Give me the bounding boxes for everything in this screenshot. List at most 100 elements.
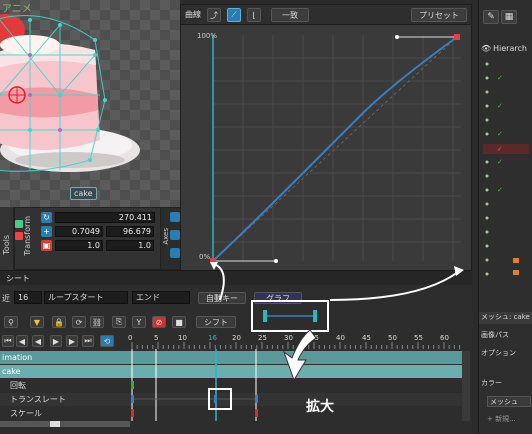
- zoom-annotation: 拡大: [306, 399, 334, 415]
- tools-sidebar: Tools: [0, 207, 14, 270]
- axes-label: Axes: [162, 228, 170, 245]
- copy-icon[interactable]: ⎘: [112, 316, 126, 328]
- transform-label: Transform: [23, 216, 32, 256]
- funnel-icon[interactable]: ▼: [30, 316, 44, 328]
- svg-text:✓: ✓: [497, 145, 503, 153]
- mesh-title: メッシュ: cake: [479, 312, 532, 324]
- options-label[interactable]: オプション: [481, 348, 516, 358]
- curve-toolbar: 曲線 ⤴ ⟋ ⌊ 一致 プリセット: [181, 5, 471, 25]
- linear-curve-icon[interactable]: ⟋: [227, 8, 241, 22]
- first-frame-icon[interactable]: ⏮: [2, 335, 14, 347]
- position-y-field[interactable]: 96.679: [106, 225, 154, 237]
- ruler-tick-label: 20: [232, 334, 241, 342]
- track-label: 回転: [10, 381, 26, 390]
- delete-icon[interactable]: ⊘: [152, 316, 166, 328]
- brush-icon[interactable]: ✎: [483, 10, 499, 24]
- axis-x-icon[interactable]: [170, 212, 180, 222]
- svg-text:✓: ✓: [497, 102, 503, 110]
- loop-start-field[interactable]: ループスタート: [44, 291, 128, 304]
- rotate-tool-icon[interactable]: [15, 232, 23, 240]
- svg-text:✓: ✓: [497, 158, 503, 166]
- match-dropdown-label: 一致: [282, 10, 298, 20]
- step-curve-icon[interactable]: ⌊: [247, 8, 261, 22]
- curve-editor-panel: 曲線 ⤴ ⟋ ⌊ 一致 プリセット 100% 0%: [180, 4, 472, 272]
- ruler-tick-label: 50: [388, 334, 397, 342]
- scale-row: ▣ 1.0 1.0: [41, 239, 159, 251]
- scale-x-field[interactable]: 1.0: [55, 239, 103, 251]
- move-tool-icon[interactable]: [15, 220, 23, 228]
- filter-icon[interactable]: ⚲: [4, 316, 18, 328]
- new-edit-label[interactable]: + 新規...: [487, 414, 516, 424]
- mesh-field[interactable]: メッシュ: [487, 396, 531, 407]
- position-icon: +: [41, 225, 52, 237]
- horizontal-scrollbar[interactable]: [0, 421, 130, 427]
- mesh-name-label: cake: [70, 187, 97, 200]
- rotation-row: ↻ 270.411: [41, 211, 159, 223]
- curve-tab-label[interactable]: 曲線: [185, 9, 201, 20]
- scrollbar-thumb[interactable]: [50, 421, 60, 427]
- hierarchy-list[interactable]: ✓ ✓ ✓ ✓ ✓ ✓: [483, 58, 529, 288]
- ruler-tick-label: 10: [178, 334, 187, 342]
- svg-text:✓: ✓: [497, 74, 503, 82]
- preset-button[interactable]: プリセット: [411, 8, 467, 22]
- ruler-tick-label: 5: [154, 334, 159, 342]
- loop-icon[interactable]: ⟲: [100, 335, 114, 347]
- refresh-icon[interactable]: ⟳: [72, 316, 86, 328]
- frame-field[interactable]: 16: [14, 291, 42, 304]
- ease-in-icon[interactable]: ⤴: [207, 8, 221, 22]
- handle-end-point: [395, 35, 399, 39]
- color-label[interactable]: カラー: [481, 378, 502, 388]
- near-label: 近: [2, 294, 10, 303]
- timeline-tab[interactable]: シート: [6, 273, 30, 284]
- ruler-tick-label: 60: [440, 334, 449, 342]
- vertical-scrollbar[interactable]: [462, 351, 470, 421]
- hierarchy-panel: ✎ ▦ Hierarch 👁 ✓ ✓ ✓ ✓ ✓ ✓ メッシュ: cake 画像パス オ…: [478, 0, 532, 434]
- rotation-icon: ↻: [41, 211, 52, 223]
- tools-label: Tools: [2, 235, 11, 255]
- transform-panel: Transform ↻ 270.411 + 0.7049 96.679 ▣ 1.…: [14, 207, 180, 270]
- ruler-tick-label: 40: [336, 334, 345, 342]
- axes-panel: Axes: [160, 208, 180, 269]
- track-label: imation: [2, 353, 33, 362]
- axis-z-icon[interactable]: [170, 248, 180, 258]
- rotation-field[interactable]: 270.411: [55, 211, 155, 223]
- play-icon[interactable]: ▶: [50, 335, 62, 347]
- zoom-arrow-icon: [282, 329, 317, 382]
- ruler-tick-label: 55: [414, 334, 423, 342]
- paste-icon[interactable]: Y: [132, 316, 146, 328]
- position-row: + 0.7049 96.679: [41, 225, 159, 237]
- scale-icon: ▣: [41, 239, 52, 251]
- curve-graph[interactable]: [181, 25, 471, 271]
- scale-y-field[interactable]: 1.0: [106, 239, 154, 251]
- stop-icon[interactable]: ■: [172, 316, 186, 328]
- ruler-tick-label: 16: [208, 334, 217, 342]
- connector-arrows: [210, 262, 464, 301]
- next-key-icon[interactable]: ▶: [66, 335, 78, 347]
- ruler-tick-label: 25: [258, 334, 267, 342]
- ruler-tick-label: 45: [362, 334, 371, 342]
- cake-mesh-illustration[interactable]: [0, 0, 180, 207]
- image-path-label[interactable]: 画像パス: [481, 330, 509, 340]
- position-x-field[interactable]: 0.7049: [55, 225, 103, 237]
- svg-text:✓: ✓: [497, 130, 503, 138]
- preset-button-label: プリセット: [419, 10, 459, 20]
- zoom-target-highlight: [208, 388, 232, 410]
- lock-icon[interactable]: 🔒: [52, 316, 66, 328]
- match-dropdown[interactable]: 一致: [271, 8, 309, 22]
- keyframe-end: [454, 34, 460, 40]
- last-frame-icon[interactable]: ⏭: [82, 335, 94, 347]
- prev-key-icon[interactable]: ◀: [16, 335, 28, 347]
- visibility-icon[interactable]: 👁: [481, 44, 491, 53]
- axis-y-icon[interactable]: [170, 230, 180, 240]
- ruler-tick-label: 0: [128, 334, 133, 342]
- svg-text:✓: ✓: [497, 186, 503, 194]
- track-label: スケール: [10, 409, 42, 418]
- curve-label-top: 100%: [197, 32, 218, 40]
- play-reverse-icon[interactable]: ◀: [32, 335, 44, 347]
- track-label: トランスレート: [10, 395, 66, 404]
- grid-icon[interactable]: ▦: [501, 10, 517, 24]
- loop-end-field[interactable]: エンド: [132, 291, 190, 304]
- hierarchy-label: Hierarch: [493, 44, 527, 53]
- track-label: cake: [2, 367, 21, 376]
- link-icon[interactable]: ⛓: [90, 316, 104, 328]
